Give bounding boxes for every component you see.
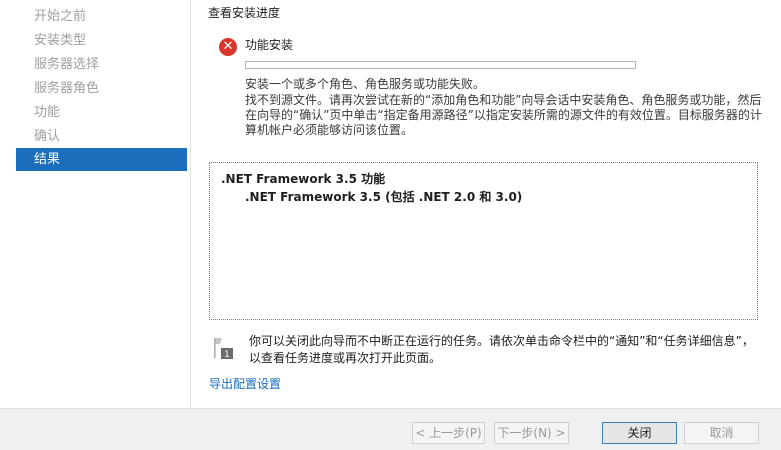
notification-flag-icon: 1 xyxy=(214,338,233,360)
svg-text:1: 1 xyxy=(224,350,230,360)
close-wizard-info: 你可以关闭此向导而不中断正在运行的任务。请依次单击命令栏中的“通知”和“任务详细… xyxy=(249,334,754,365)
nav-item-before-you-begin[interactable]: 开始之前 xyxy=(16,5,187,28)
nav-item-confirmation[interactable]: 确认 xyxy=(16,125,187,148)
feature-install-title: 功能安装 xyxy=(245,38,294,52)
error-icon: ✕ xyxy=(219,38,237,56)
nav-item-server-roles[interactable]: 服务器角色 xyxy=(16,77,187,100)
result-item-netfx35-features: .NET Framework 3.5 功能 xyxy=(221,172,386,186)
nav-divider xyxy=(190,0,191,408)
result-item-netfx35: .NET Framework 3.5 (包括 .NET 2.0 和 3.0) xyxy=(245,190,523,204)
progress-heading: 查看安装进度 xyxy=(208,6,281,20)
nav-item-server-selection[interactable]: 服务器选择 xyxy=(16,53,187,76)
close-button[interactable]: 关闭 xyxy=(602,422,677,444)
export-config-link[interactable]: 导出配置设置 xyxy=(209,375,281,392)
nav-item-results[interactable]: 结果 xyxy=(16,148,187,171)
install-progress-bar xyxy=(245,61,636,69)
error-detail: 找不到源文件。请再次尝试在新的“添加角色和功能”向导会话中安装角色、角色服务或功… xyxy=(245,93,762,137)
cancel-button[interactable]: 取消 xyxy=(684,422,759,444)
wizard-nav: 开始之前 安装类型 服务器选择 服务器角色 功能 确认 结果 xyxy=(0,0,190,408)
next-button[interactable]: 下一步(N) > xyxy=(494,422,569,444)
nav-item-installation-type[interactable]: 安装类型 xyxy=(16,29,187,52)
nav-item-features[interactable]: 功能 xyxy=(16,101,187,124)
error-summary: 安装一个或多个角色、角色服务或功能失败。 xyxy=(245,77,486,91)
previous-button[interactable]: < 上一步(P) xyxy=(412,422,485,444)
